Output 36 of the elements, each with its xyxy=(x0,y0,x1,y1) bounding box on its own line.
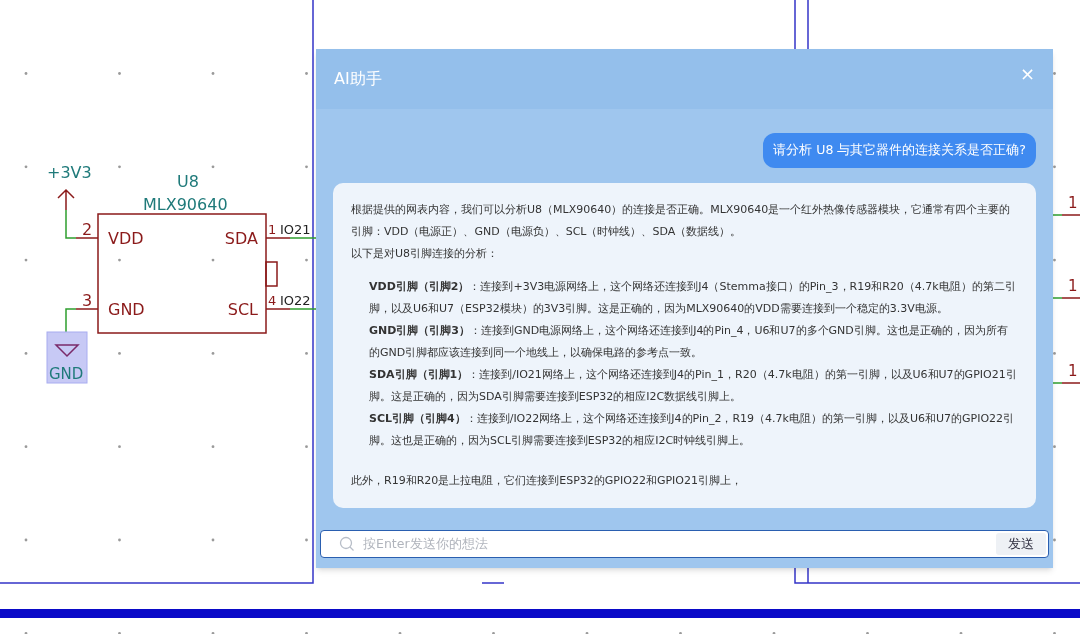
message-paragraph: 以下是对U8引脚连接的分析： xyxy=(351,245,500,262)
analysis-item: GND引脚（引脚3）：连接到GND电源网络上，这个网络还连接到J4的Pin_4，U6和U7的多个GND引脚。这也是正确的，因为所有的GND引脚都应该连接到同一个地线上，以确保电路的参考点一致。 xyxy=(369,322,1009,361)
pin-line xyxy=(1061,382,1080,384)
message-input[interactable]: 按Enter发送你的想法 发送 xyxy=(320,530,1049,558)
message-paragraph: 此外，R19和R20是上拉电阻，它们连接到ESP32的GPIO22和GPIO21引脚上， xyxy=(351,472,743,489)
message-paragraph: 根据提供的网表内容，我们可以分析U8（MLX90640）的连接是否正确。MLX90640是一个红外热像传感器模块，它通常有四个主要的引脚：VDD（电源正）、GND（电源负）、SCL（时钟线）、SDA（数据线）。 xyxy=(351,201,1012,240)
analysis-item: SDA引脚（引脚1）：连接到/IO21网络上，这个网络还连接到J4的Pin_1，R20（4.7k电阻）的第一引脚，以及U6和U7的GPIO21引脚。这是正确的，因为SDA引脚需要连接到ESP32的相应I2C数据线引脚上。 xyxy=(369,366,1018,405)
component-notch xyxy=(265,261,278,287)
analysis-item: VDD引脚（引脚2）：连接到+3V3电源网络上，这个网络还连接到J4（Stemma接口）的Pin_3，R19和R20（4.7k电阻）的第二引脚，以及U6和U7（ESP32模块）的3V3引脚。这是正确的，因为MLX90640的VDD需要连接到一个稳定的3.3V电源。 xyxy=(369,278,1017,317)
pin-name: VDD xyxy=(108,229,144,248)
net-label: IO22 xyxy=(280,293,311,308)
wire xyxy=(65,209,77,239)
pin-line xyxy=(1061,214,1080,216)
ground-icon xyxy=(54,344,80,358)
value-label: MLX90640 xyxy=(143,195,228,214)
pin-number: 1 xyxy=(1068,277,1078,295)
pin-name: SCL xyxy=(227,300,258,319)
send-button[interactable]: 发送 xyxy=(996,533,1046,555)
search-icon xyxy=(339,536,355,552)
pin-name: GND xyxy=(108,300,145,319)
pin-line xyxy=(1061,297,1080,299)
net-label: IO21 xyxy=(280,222,311,237)
pin-name: SDA xyxy=(224,229,258,248)
analysis-item: SCL引脚（引脚4）：连接到/IO22网络上，这个网络还连接到J4的Pin_2，R19（4.7k电阻）的第一引脚，以及U6和U7的GPIO22引脚。这也是正确的，因为SCL引脚需要连接到ESP32的相应I2C时钟线引脚上。 xyxy=(369,410,1016,449)
pin-number: 1 xyxy=(268,222,277,237)
power-label: +3V3 xyxy=(47,163,92,182)
power-arrow-icon xyxy=(57,188,75,211)
reference-label: U8 xyxy=(177,172,199,191)
pin-number: 1 xyxy=(1068,362,1078,380)
pin-number: 3 xyxy=(82,291,93,310)
pin-number: 4 xyxy=(268,293,277,308)
pin-number: 2 xyxy=(82,220,93,239)
panel-title: AI助手 xyxy=(334,68,382,90)
pin-number: 1 xyxy=(1068,194,1078,212)
ground-label: GND xyxy=(49,365,84,383)
user-message: 请分析 U8 与其它器件的连接关系是否正确? xyxy=(763,133,1036,168)
